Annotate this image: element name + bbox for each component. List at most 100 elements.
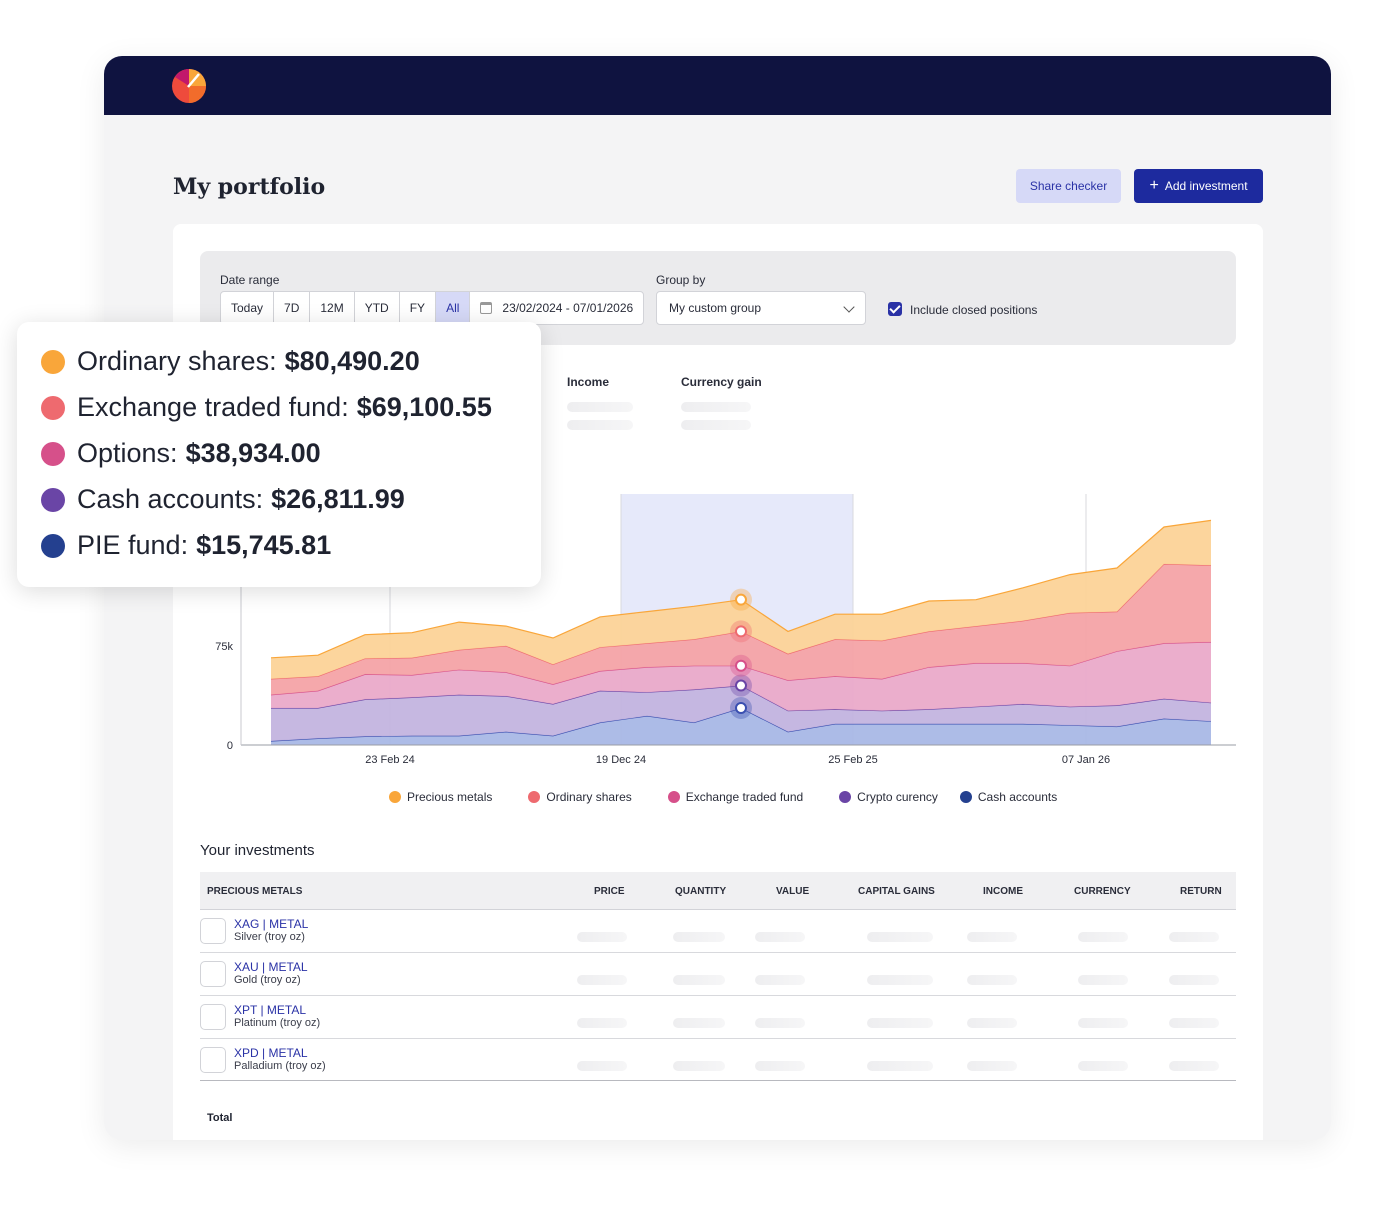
table-total-row: Total [200,1104,1236,1140]
total-label: Total [207,1112,233,1124]
asset-icon [200,961,226,987]
cell-skeleton [1078,932,1128,942]
tooltip-item: PIE fund: $15,745.81 [41,530,331,561]
tooltip-value: $38,934.00 [185,438,321,468]
cell-skeleton [867,1061,933,1071]
tooltip-dot [41,349,65,374]
asset-symbol-link[interactable]: XAG | METAL [234,917,308,931]
cell-skeleton [1078,975,1128,985]
col-header[interactable]: CAPITAL GAINS [858,886,935,897]
top-bar [104,56,1331,115]
y-tick-label: 0 [227,740,233,752]
table-row[interactable]: XPD | METAL Palladium (troy oz) [200,1039,1236,1081]
col-header[interactable]: PRECIOUS METALS [207,886,302,897]
x-tick-label: 19 Dec 24 [596,754,646,766]
tooltip-label: Cash accounts: [77,484,264,514]
legend-dot [528,791,541,803]
legend-precious-metals[interactable]: Precious metals [389,790,492,804]
asset-icon [200,1047,226,1073]
asset-symbol-link[interactable]: XPT | METAL [234,1003,306,1017]
asset-icon [200,918,226,944]
cell-skeleton [577,1061,627,1071]
x-tick-label: 07 Jan 26 [1062,754,1110,766]
col-header[interactable]: QUANTITY [675,886,726,897]
tooltip-item: Cash accounts: $26,811.99 [41,484,405,515]
plus-icon: + [1149,177,1159,194]
x-tick-label: 23 Feb 24 [365,754,415,766]
tooltip-value: $26,811.99 [271,484,405,514]
legend-label: Cash accounts [977,790,1058,804]
legend-ordinary-shares[interactable]: Ordinary shares [528,790,632,804]
tooltip-dot [41,395,65,420]
asset-name: Platinum (troy oz) [234,1017,321,1029]
tooltip-value: $15,745.81 [196,530,332,560]
investments-title: Your investments [200,842,315,859]
investments-table-header: PRECIOUS METALS PRICE QUANTITY VALUE CAP… [200,872,1236,910]
data-marker [735,593,747,606]
legend-label: Precious metals [407,790,493,804]
tooltip-dot [41,533,65,558]
app-window: My portfolio Share checker + Add investme… [104,56,1331,1140]
cell-skeleton [755,975,805,985]
cell-skeleton [755,932,805,942]
legend-dot [389,791,401,803]
asset-symbol-link[interactable]: XPD | METAL [234,1046,308,1060]
y-tick-label: 75k [215,641,233,653]
tooltip-label: Options: [77,438,178,468]
cell-skeleton [755,1018,805,1028]
tooltip-item: Exchange traded fund: $69,100.55 [41,392,492,423]
legend-exchange-traded-fund[interactable]: Exchange traded fund [667,790,804,804]
cell-skeleton [577,1018,627,1028]
cell-skeleton [1169,1061,1219,1071]
col-header[interactable]: VALUE [776,886,809,897]
cell-skeleton [1078,1018,1128,1028]
cell-skeleton [577,932,627,942]
data-marker [735,659,747,672]
legend-dot [839,791,852,803]
legend-dot [667,791,680,803]
tooltip-label: Exchange traded fund: [77,392,349,422]
tooltip-item: Ordinary shares: $80,490.20 [41,346,420,377]
legend-label: Ordinary shares [546,790,632,804]
tooltip-dot [41,487,65,512]
data-marker [735,702,747,715]
tooltip-label: Ordinary shares: [77,346,277,376]
cell-skeleton [867,975,933,985]
asset-symbol-link[interactable]: XAU | METAL [234,960,308,974]
legend-label: Crypto curency [857,790,938,804]
add-investment-button[interactable]: + Add investment [1134,169,1263,203]
tooltip-value: $80,490.20 [284,346,420,376]
cell-skeleton [867,1018,933,1028]
asset-name: Palladium (troy oz) [234,1060,326,1072]
asset-name: Gold (troy oz) [234,974,301,986]
cell-skeleton [967,1061,1017,1071]
cell-skeleton [967,975,1017,985]
col-header[interactable]: INCOME [983,886,1023,897]
cell-skeleton [673,975,725,985]
brand-logo-icon[interactable] [172,69,206,103]
cell-skeleton [1169,1018,1219,1028]
col-header[interactable]: PRICE [594,886,625,897]
cell-skeleton [1078,1061,1128,1071]
data-marker [735,625,747,638]
legend-dot [959,791,972,803]
col-header[interactable]: CURRENCY [1074,886,1131,897]
tooltip-item: Options: $38,934.00 [41,438,321,469]
asset-name: Silver (troy oz) [234,931,305,943]
col-header[interactable]: RETURN [1180,886,1222,897]
legend-label: Exchange traded fund [685,790,804,804]
add-investment-label: Add investment [1164,179,1248,193]
asset-icon [200,1004,226,1030]
cell-skeleton [673,1061,725,1071]
cell-skeleton [967,932,1017,942]
tooltip-dot [41,441,65,466]
cell-skeleton [1169,932,1219,942]
cell-skeleton [673,932,725,942]
share-checker-button[interactable]: Share checker [1016,169,1121,203]
cell-skeleton [867,932,933,942]
x-tick-label: 25 Feb 25 [828,754,878,766]
tooltip-label: PIE fund: [77,530,189,560]
legend-cash-accounts[interactable]: Cash accounts [959,790,1058,804]
cell-skeleton [577,975,627,985]
legend-crypto-currency[interactable]: Crypto curency [839,790,938,804]
